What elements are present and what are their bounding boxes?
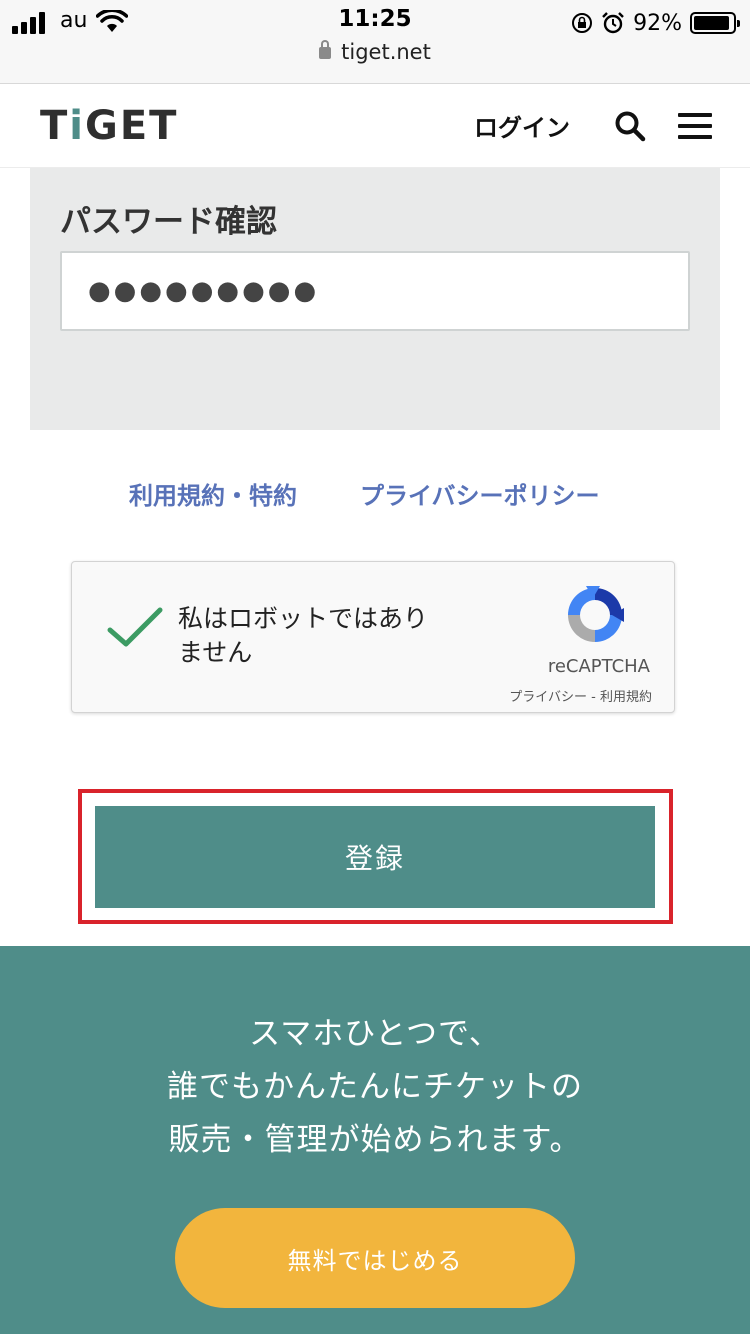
alarm-icon — [602, 12, 624, 34]
battery-percent: 92% — [633, 10, 682, 36]
url-text: tiget.net — [341, 40, 431, 64]
start-free-button[interactable]: 無料ではじめる — [175, 1208, 575, 1308]
privacy-policy-link[interactable]: プライバシーポリシー — [360, 476, 600, 511]
recaptcha-label: 私はロボットではあり ません — [178, 604, 429, 667]
address-bar[interactable]: tiget.net — [0, 40, 750, 64]
terms-link[interactable]: 利用規約・特約 — [129, 476, 297, 511]
password-confirm-label: パスワード確認 — [60, 204, 277, 240]
search-icon[interactable] — [614, 110, 646, 142]
recaptcha-widget: 私はロボットではあり ません reCAPTCHA プライバシー - 利用規約 — [71, 561, 675, 713]
status-bar: au 11:25 92% tiget.net — [0, 0, 750, 84]
recaptcha-privacy-link[interactable]: プライバシー — [509, 690, 587, 705]
status-row: au 11:25 92% — [0, 6, 750, 40]
recaptcha-brand: reCAPTCHA — [547, 656, 650, 677]
site-header: TiGET ログイン — [0, 84, 750, 168]
promo-tagline: スマホひとつで、 誰でもかんたんにチケットの 販売・管理が始められます。 — [167, 1016, 583, 1158]
orientation-lock-icon — [572, 13, 593, 33]
hamburger-menu-icon[interactable] — [678, 111, 714, 141]
lock-icon — [319, 40, 332, 59]
checkmark-icon[interactable] — [106, 604, 164, 652]
form-panel: パスワード確認 ●●●●●●●●● — [30, 168, 720, 430]
tiget-logo[interactable]: TiGET — [40, 103, 178, 149]
recaptcha-terms-link[interactable]: 利用規約 — [600, 690, 652, 705]
promo-footer: スマホひとつで、 誰でもかんたんにチケットの 販売・管理が始められます。 無料で… — [0, 946, 750, 1334]
login-link[interactable]: ログイン — [474, 108, 570, 143]
recaptcha-logo-icon — [568, 586, 624, 642]
recaptcha-links: プライバシー - 利用規約 — [509, 690, 652, 705]
status-right: 92% — [571, 6, 740, 40]
policy-links: 利用規約・特約 プライバシーポリシー — [0, 476, 750, 512]
register-button[interactable]: 登録 — [95, 806, 655, 908]
battery-icon — [690, 12, 740, 34]
password-confirm-input[interactable]: ●●●●●●●●● — [60, 251, 690, 331]
